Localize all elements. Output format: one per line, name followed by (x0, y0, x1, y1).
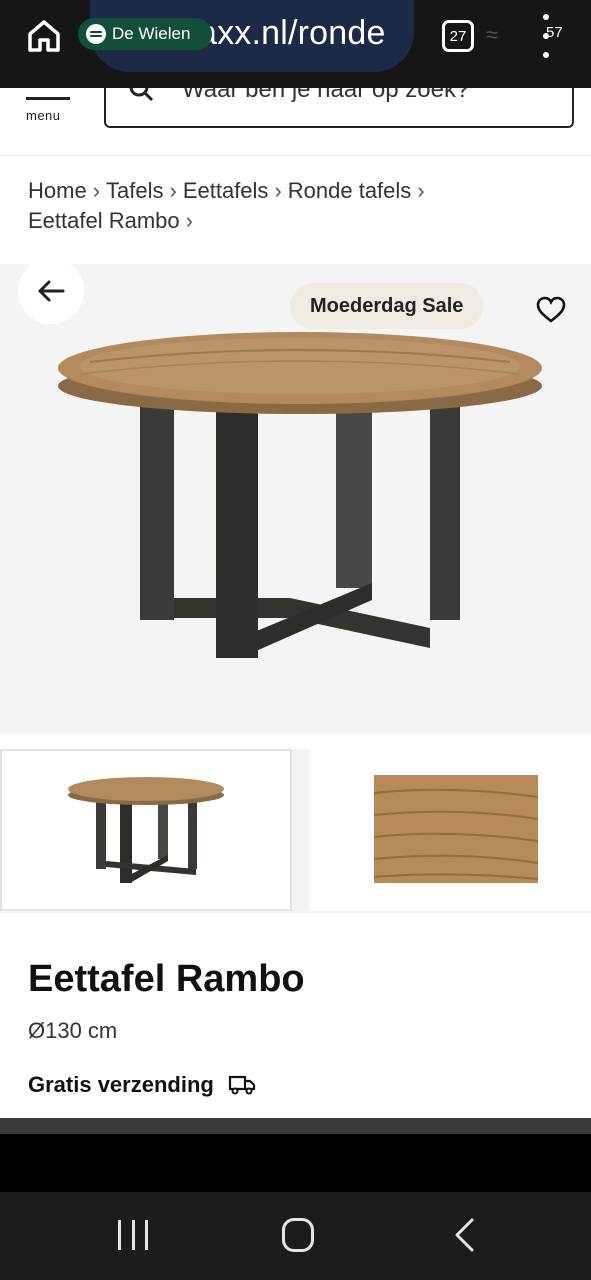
search-input[interactable]: Waar ben je naar op zoek? (104, 88, 574, 128)
back-arrow-icon (38, 280, 65, 302)
truck-icon (228, 1075, 255, 1095)
thumbnail-table-image (68, 777, 224, 883)
breadcrumb-item-ronde-tafels[interactable]: Ronde tafels (288, 178, 412, 203)
shipping-label: Gratis verzending (28, 1072, 214, 1097)
battery-level: 57 (546, 24, 563, 41)
tabs-icon[interactable]: 27 (442, 20, 474, 52)
system-navigation-bar (0, 1192, 591, 1280)
thumbnail-2[interactable] (310, 749, 591, 911)
wifi-icon: ≈ (486, 22, 499, 47)
web-page: menu Waar ben je naar op zoek? Home › Tafe… (0, 88, 591, 1118)
menu-button[interactable]: menu (24, 88, 72, 128)
thumbnail-wood-detail (373, 775, 539, 883)
media-chip[interactable]: De Wielen (78, 18, 212, 50)
heart-icon[interactable] (536, 296, 566, 324)
breadcrumb-item-current[interactable]: Eettafel Rambo (28, 208, 180, 233)
page-bottom-strip (0, 1118, 591, 1134)
system-gap (0, 1134, 591, 1192)
home-nav-icon[interactable] (282, 1218, 314, 1252)
menu-icon (26, 97, 70, 100)
sale-badge: Moederdag Sale (290, 283, 484, 329)
back-button[interactable] (18, 258, 84, 324)
tab-count: 27 (449, 27, 467, 45)
menu-label: menu (26, 108, 61, 123)
thumbnail-strip (0, 749, 591, 913)
breadcrumb: Home › Tafels › Eettafels › Ronde tafels › Eetta… (28, 178, 425, 233)
search-icon (129, 88, 154, 102)
thumbnail-1[interactable] (0, 749, 292, 911)
shipping-info: Gratis verzending (28, 1072, 256, 1098)
site-header: menu Waar ben je naar op zoek? (0, 88, 591, 156)
product-image (58, 332, 542, 658)
recent-apps-icon[interactable] (118, 1220, 148, 1250)
breadcrumb-item-tafels[interactable]: Tafels (106, 178, 163, 203)
url-text[interactable]: axx.nl/ronde (198, 14, 386, 53)
breadcrumb-item-home[interactable]: Home (28, 178, 87, 203)
search-placeholder: Waar ben je naar op zoek? (182, 88, 470, 103)
spotify-icon (86, 24, 106, 44)
product-size: Ø130 cm (28, 1018, 118, 1043)
back-nav-icon[interactable] (452, 1218, 478, 1252)
browser-bar: axx.nl/ronde De Wielen 27 ≈ 57 (0, 0, 591, 88)
product-title: Eettafel Rambo (28, 958, 305, 1000)
home-icon[interactable] (24, 16, 64, 56)
media-title: De Wielen (112, 24, 191, 43)
breadcrumb-item-eettafels[interactable]: Eettafels (183, 178, 269, 203)
